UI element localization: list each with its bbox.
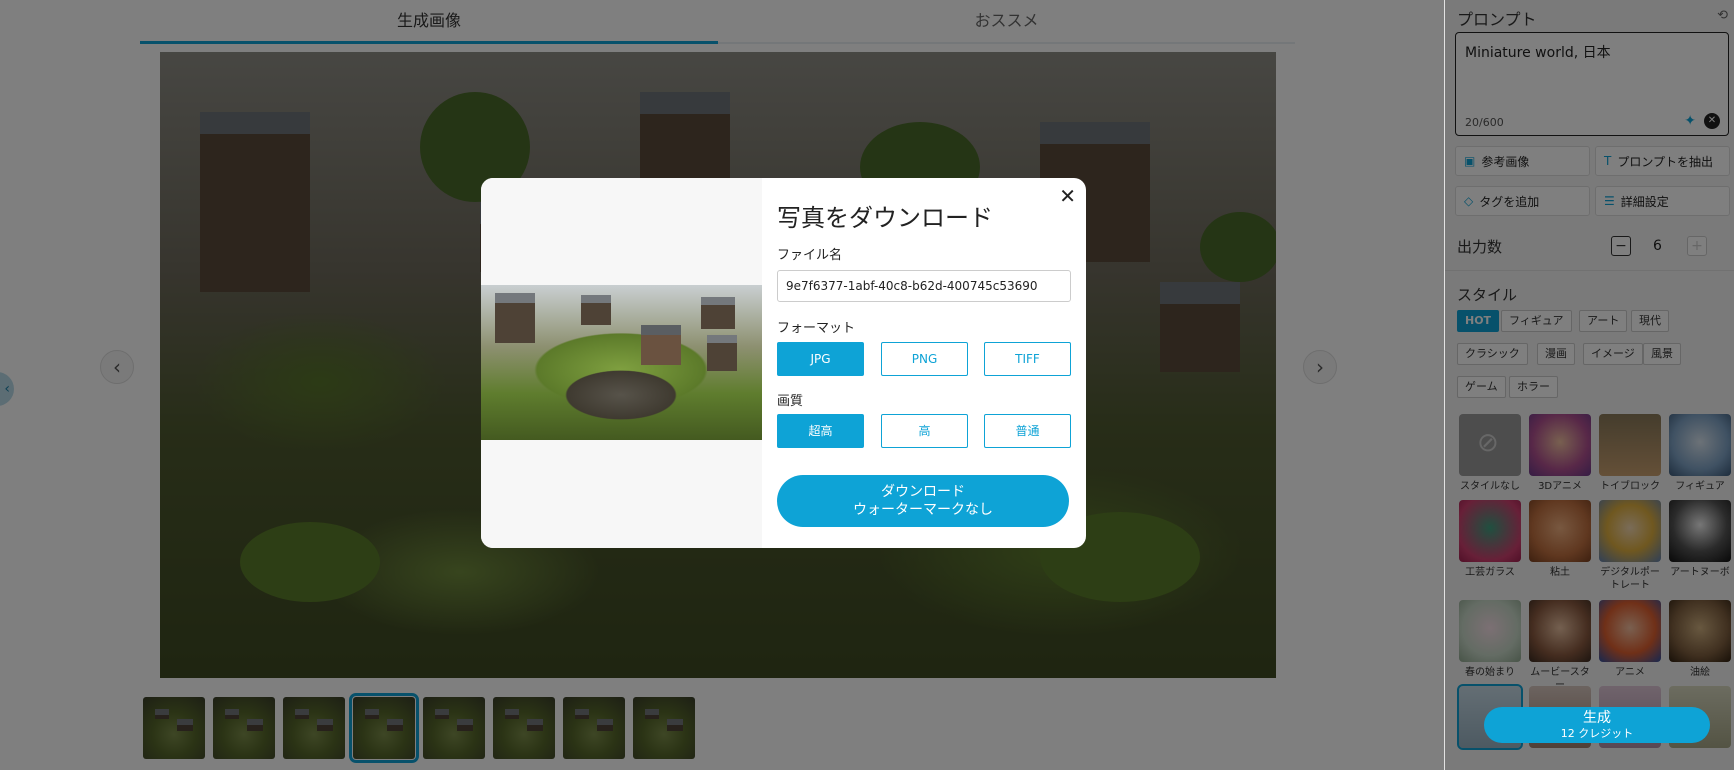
quality-ultra-high[interactable]: 超高 (777, 414, 864, 448)
generate-button[interactable]: 生成 12 クレジット (1484, 707, 1710, 743)
format-label: フォーマット (777, 321, 856, 336)
download-button[interactable]: ダウンロード ウォーターマークなし (777, 475, 1069, 527)
close-icon[interactable]: ✕ (1059, 184, 1076, 208)
sidebar: プロンプト ⟲ Miniature world, 日本 20/600 ✦ ✕ ▣… (1444, 0, 1734, 770)
preview-image (481, 285, 762, 440)
filename-field[interactable]: 9e7f6377-1abf-40c8-b62d-400745c53690 (777, 270, 1071, 302)
preview-panel (481, 178, 762, 548)
format-tiff[interactable]: TIFF (984, 342, 1071, 376)
download-dialog: 写真をダウンロード ✕ ファイル名 9e7f6377-1abf-40c8-b62… (481, 178, 1086, 548)
download-form: 写真をダウンロード ✕ ファイル名 9e7f6377-1abf-40c8-b62… (762, 178, 1086, 548)
quality-label: 画質 (777, 394, 804, 409)
format-png[interactable]: PNG (881, 342, 968, 376)
filename-label: ファイル名 (777, 248, 843, 263)
dialog-title: 写真をダウンロード (777, 204, 993, 232)
app: 生成画像 おススメ ‹ ‹ › (0, 0, 1734, 770)
quality-normal[interactable]: 普通 (984, 414, 1071, 448)
format-jpg[interactable]: JPG (777, 342, 864, 376)
sidebar-backdrop[interactable] (1445, 0, 1734, 770)
quality-high[interactable]: 高 (881, 414, 968, 448)
